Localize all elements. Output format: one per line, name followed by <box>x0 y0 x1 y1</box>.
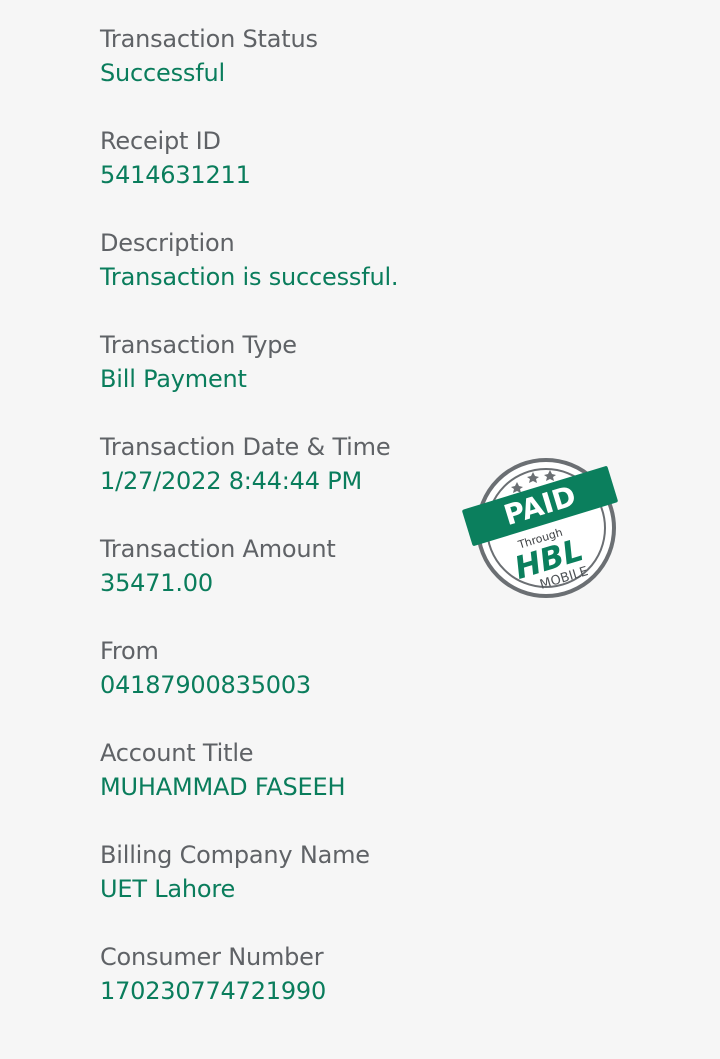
transaction-status-label: Transaction Status <box>100 25 318 53</box>
receipt-id-value: 5414631211 <box>100 161 251 189</box>
transaction-type-label: Transaction Type <box>100 331 297 359</box>
consumer-number-value: 170230774721990 <box>100 977 327 1005</box>
account-title-label: Account Title <box>100 739 254 767</box>
transaction-status-value: Successful <box>100 59 225 87</box>
description-field: Description Transaction is successful. <box>100 226 620 328</box>
receipt-id-field: Receipt ID 5414631211 <box>100 124 620 226</box>
from-account-label: From <box>100 637 159 665</box>
consumer-number-label: Consumer Number <box>100 943 324 971</box>
account-title-field: Account Title MUHAMMAD FASEEH <box>100 736 620 838</box>
consumer-number-field: Consumer Number 170230774721990 <box>100 940 620 1042</box>
transaction-type-value: Bill Payment <box>100 365 247 393</box>
account-title-value: MUHAMMAD FASEEH <box>100 773 346 801</box>
from-account-value: 04187900835003 <box>100 671 311 699</box>
transaction-type-field: Transaction Type Bill Payment <box>100 328 620 430</box>
billing-company-field: Billing Company Name UET Lahore <box>100 838 620 940</box>
paid-stamp-graphic: PAID Through HBL MOBILE <box>462 458 618 598</box>
transaction-status-field: Transaction Status Successful <box>100 22 620 124</box>
from-account-field: From 04187900835003 <box>100 634 620 736</box>
description-value: Transaction is successful. <box>100 263 399 291</box>
paid-stamp-icon: PAID Through HBL MOBILE <box>460 458 622 604</box>
description-label: Description <box>100 229 235 257</box>
billing-company-value: UET Lahore <box>100 875 236 903</box>
receipt-id-label: Receipt ID <box>100 127 221 155</box>
billing-company-label: Billing Company Name <box>100 841 370 869</box>
